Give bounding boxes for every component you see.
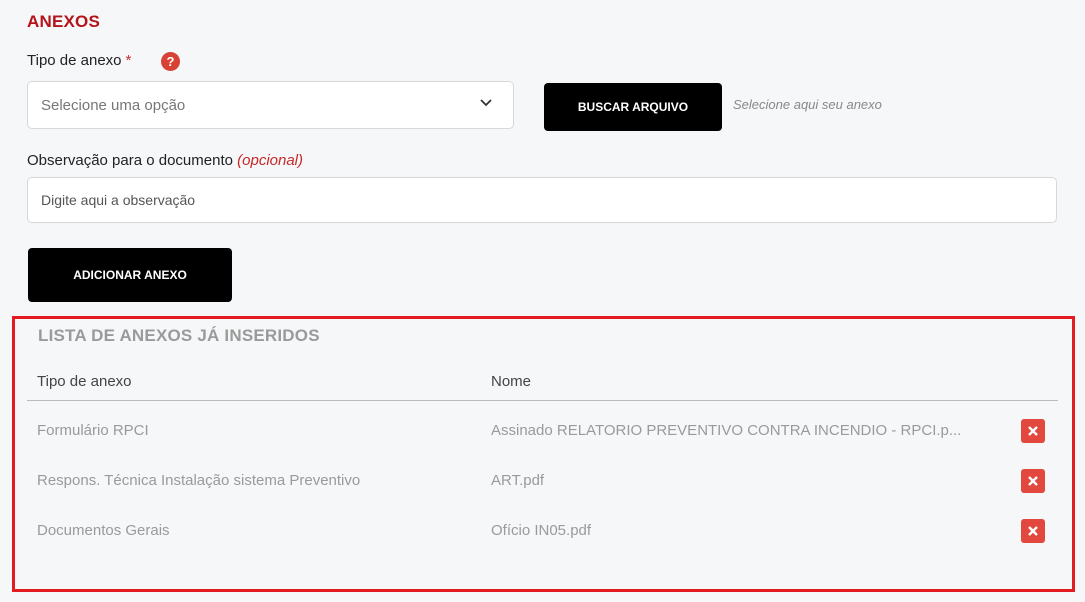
adicionar-anexo-label: ADICIONAR ANEXO [73,268,187,282]
row-nome: Ofício IN05.pdf [491,522,592,539]
column-header-tipo: Tipo de anexo [37,373,132,390]
row-nome: ART.pdf [491,472,545,489]
file-hint: Selecione aqui seu anexo [733,97,882,112]
column-header-nome: Nome [491,373,532,390]
header-divider [27,400,1058,401]
close-icon [1028,426,1038,436]
obs-label: Observação para o documento (opcional) [27,152,303,169]
chevron-down-icon [480,99,492,107]
list-title: LISTA DE ANEXOS JÁ INSERIDOS [38,326,320,345]
close-icon [1028,476,1038,486]
attachments-list-highlight [12,316,1075,592]
section-title: ANEXOS [27,12,100,31]
delete-button[interactable] [1021,469,1045,493]
obs-label-text: Observação para o documento [27,152,233,169]
select-placeholder: Selecione uma opção [41,97,186,114]
buscar-arquivo-label: BUSCAR ARQUIVO [577,100,689,114]
delete-button[interactable] [1021,519,1045,543]
question-circle-icon[interactable]: ? [161,52,180,71]
close-icon [1028,526,1038,536]
row-nome: Assinado RELATORIO PREVENTIVO CONTRA INC… [491,422,962,439]
delete-button[interactable] [1021,419,1045,443]
required-mark: * [125,52,132,69]
optional-tag: (opcional) [237,152,304,169]
row-tipo: Respons. Técnica Instalação sistema Prev… [37,472,361,489]
adicionar-anexo-button[interactable]: ADICIONAR ANEXO [28,248,232,302]
tipo-select[interactable]: Selecione uma opção [27,81,514,129]
row-tipo: Formulário RPCI [37,422,149,439]
tipo-label: Tipo de anexo * [27,52,131,69]
tipo-label-text: Tipo de anexo [27,52,122,69]
observacao-input[interactable] [27,177,1057,223]
buscar-arquivo-button[interactable]: BUSCAR ARQUIVO [544,83,722,131]
row-tipo: Documentos Gerais [37,522,170,539]
